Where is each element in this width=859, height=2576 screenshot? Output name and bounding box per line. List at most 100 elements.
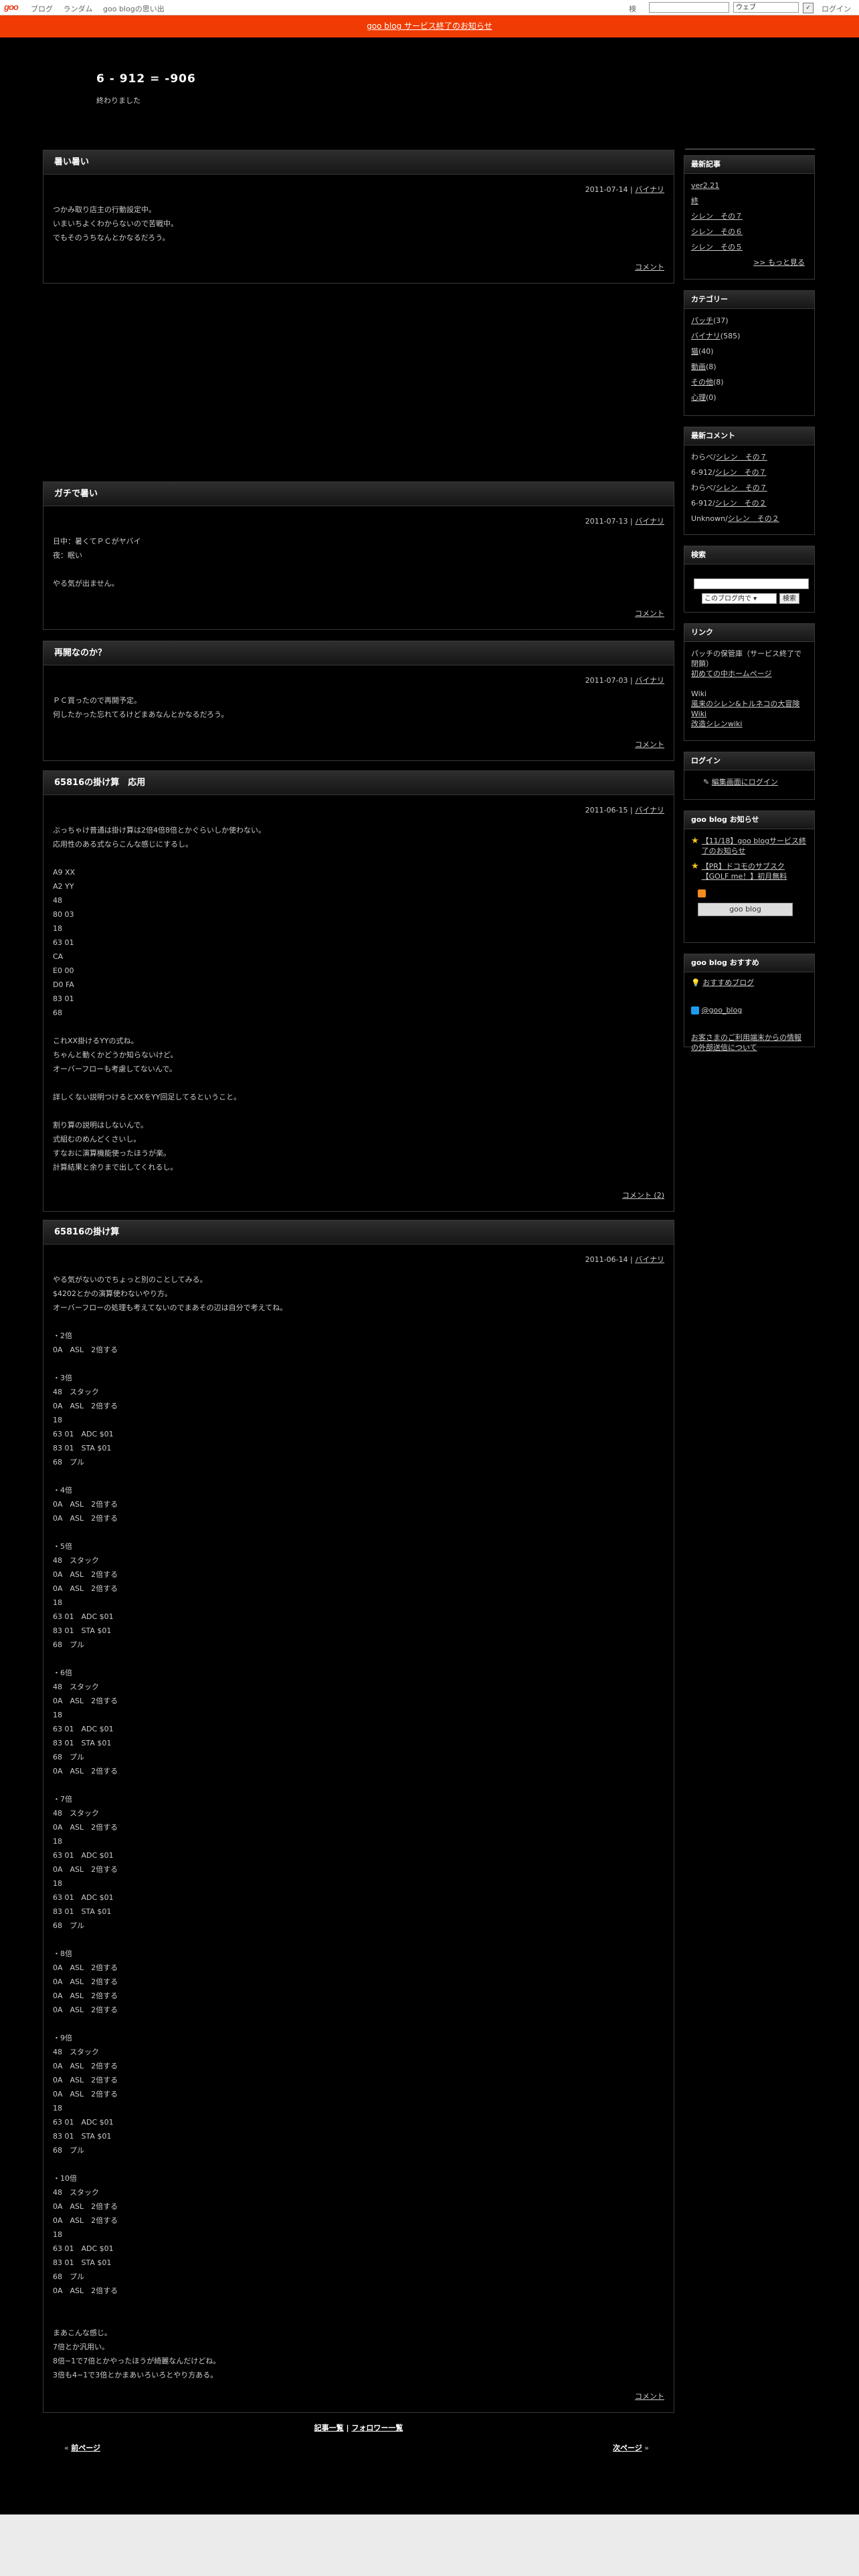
recent-item[interactable]: シレン その６	[691, 227, 743, 236]
blog-description: 終わりました	[96, 96, 140, 105]
rss-icon[interactable]	[698, 889, 706, 897]
entry-comment-link[interactable]: コメント	[635, 2391, 664, 2401]
entry-meta: 2011-06-15 | バイナリ	[585, 806, 664, 815]
article-list-link[interactable]: 記事一覧	[314, 2424, 344, 2432]
list-links: 記事一覧 | フォロワー一覧	[314, 2424, 403, 2432]
goo-blog-badge[interactable]: goo blog	[698, 903, 793, 916]
entry-body: 日中：暑くてＰＣがヤバイ 夜：眠い やる気が出ません。	[53, 537, 141, 588]
category-count: (0)	[706, 393, 717, 402]
news-heading: goo blog お知らせ	[684, 811, 814, 829]
blog-search-input[interactable]	[694, 578, 809, 589]
links: リンク パッチの保管庫（サービス終了で閉鎖） 初めての中ホームページ Wiki …	[684, 623, 815, 741]
nav-random[interactable]: ランダム	[64, 5, 93, 13]
edit-login-link[interactable]: 編集画面にログイン	[712, 778, 778, 786]
comment-link[interactable]: シレン その７	[716, 484, 767, 492]
comment-link[interactable]: シレン その２	[728, 514, 779, 523]
entry-category[interactable]: バイナリ	[635, 517, 664, 526]
link-item[interactable]: 風来のシレン&トルネコの大冒険 Wiki	[691, 700, 799, 718]
nav-memories[interactable]: goo blogの思い出	[103, 5, 165, 13]
category-item[interactable]: その他	[691, 378, 713, 387]
star-icon: ★	[691, 836, 699, 846]
comments-heading: 最新コメント	[684, 427, 814, 445]
blog-title[interactable]: 6 - 912 = -906	[96, 72, 196, 86]
entry-category[interactable]: バイナリ	[635, 1255, 664, 1264]
search-input[interactable]	[649, 2, 729, 13]
top-nav: ブログ ランダム goo blogの思い出	[31, 3, 173, 14]
comment-author: わらべ/	[691, 453, 716, 461]
links-heading: リンク	[684, 624, 814, 642]
recent-item[interactable]: シレン その７	[691, 212, 743, 221]
category-item[interactable]: 心理	[691, 393, 706, 402]
service-end-link[interactable]: goo blog サービス終了のお知らせ	[367, 21, 492, 31]
entry-category[interactable]: バイナリ	[635, 185, 664, 194]
comment-link[interactable]: シレン その７	[715, 468, 767, 477]
recommend-heading: goo blog おすすめ	[684, 954, 814, 972]
login-link[interactable]: ログイン	[822, 3, 851, 14]
entry: ガチで暑い 2011-07-13 | バイナリ 日中：暑くてＰＣがヤバイ 夜：眠…	[43, 481, 674, 630]
entry-category[interactable]: バイナリ	[635, 806, 664, 815]
next-page-link[interactable]: 次ページ	[613, 2444, 642, 2452]
category-heading: カテゴリー	[684, 291, 814, 309]
category-item[interactable]: 猫	[691, 347, 698, 356]
entry-date: 2011-07-14	[585, 185, 628, 194]
entry-category[interactable]: バイナリ	[635, 676, 664, 685]
category-count: (40)	[698, 347, 714, 356]
entry-title[interactable]: ガチで暑い	[43, 482, 674, 506]
entry-title[interactable]: 65816の掛け算	[43, 1220, 674, 1245]
entry-meta: 2011-06-14 | バイナリ	[585, 1255, 664, 1264]
next-page: 次ページ »	[613, 2444, 650, 2452]
search-heading: 検索	[684, 546, 814, 564]
search-scope-select[interactable]: ウェブ	[733, 2, 799, 13]
category-item[interactable]: バイナリ	[691, 332, 721, 340]
twitter-link[interactable]: @goo_blog	[702, 1006, 743, 1014]
entry-comment-link[interactable]: コメント	[635, 608, 664, 619]
blog-search-scope[interactable]: このブログ内で ▾	[702, 593, 777, 604]
goo-logo[interactable]: goo	[4, 2, 19, 12]
link-item[interactable]: 改造シレンwiki	[691, 720, 742, 728]
more-link[interactable]: >> もっと見る	[753, 258, 805, 267]
star-icon: ★	[691, 861, 699, 871]
recent-comments: 最新コメント わらべ/シレン その７ 6-912/シレン その７ わらべ/シレン…	[684, 427, 815, 535]
pencil-icon: ✎	[703, 778, 710, 786]
prev-page-link[interactable]: 前ページ	[71, 2444, 100, 2452]
entry-comment-link[interactable]: コメント	[635, 739, 664, 750]
nav-blog[interactable]: ブログ	[31, 5, 53, 13]
comment-link[interactable]: シレン その７	[716, 453, 767, 461]
entry-title[interactable]: 暑い暑い	[43, 150, 674, 175]
twitter-icon	[691, 1006, 699, 1014]
news-item[interactable]: 【PR】ドコモのサブスク【GOLF me！】初月無料	[702, 861, 807, 881]
bulb-icon: 💡	[691, 978, 700, 987]
link-note: パッチの保管庫（サービス終了で閉鎖）	[691, 649, 801, 668]
login-heading: ログイン	[684, 752, 814, 770]
search-submit-icon[interactable]: ✓	[803, 3, 814, 13]
follower-list-link[interactable]: フォロワー一覧	[351, 2424, 403, 2432]
entry-body: やる気がないのでちょっと別のことしてみる。 $4202とかの演算使わないやり方。…	[53, 1275, 288, 2379]
recent-articles: 最新記事 ver2.21 終 シレン その７ シレン その６ シレン その５ >…	[684, 155, 815, 280]
entry-comment-link[interactable]: コメント	[635, 261, 664, 272]
blog-search: 検索 このブログ内で ▾ 検索	[684, 546, 815, 613]
news-item[interactable]: 【11/18】goo blogサービス終了のお知らせ	[702, 836, 807, 856]
goo-recommend: goo blog おすすめ 💡 おすすめブログ @goo_blog お客さまのご…	[684, 954, 815, 1052]
category-item[interactable]: 動画	[691, 362, 706, 371]
comment-author: 6-912/	[691, 468, 715, 477]
comment-author: 6-912/	[691, 499, 715, 508]
entry: 再開なのか？ 2011-07-03 | バイナリ ＰＣ買ったので再開予定。 何し…	[43, 641, 674, 761]
entry-title[interactable]: 65816の掛け算 応用	[43, 771, 674, 795]
categories: カテゴリー パッチ(37) バイナリ(585) 猫(40) 動画(8) その他(…	[684, 290, 815, 416]
recommend-link[interactable]: おすすめブログ	[702, 978, 754, 987]
entry-body: つかみ取り店主の行動設定中。 いまいちよくわからないので苦戦中。 でもそのうちな…	[53, 205, 178, 242]
recent-item[interactable]: シレン その５	[691, 243, 743, 251]
entry-comment-link[interactable]: コメント (2)	[622, 1190, 664, 1200]
entry-body: ＰＣ買ったので再開予定。 何したかった忘れてるけどまあなんとかなるだろう。	[53, 696, 229, 719]
top-bar: goo ブログ ランダム goo blogの思い出 検索 ウェブ ✓ ログイン	[0, 0, 859, 24]
recent-item[interactable]: ver2.21	[691, 181, 719, 190]
recent-item[interactable]: 終	[691, 197, 698, 205]
external-info-link[interactable]: お客さまのご利用端末からの情報の外部送信について	[691, 1033, 801, 1052]
entry-date: 2011-06-15	[585, 806, 628, 815]
link-item[interactable]: 初めての中ホームページ	[691, 669, 771, 678]
entry-body: ぶっちゃけ普通は掛け算は2倍4倍8倍とかぐらいしか使わない。 応用性のある式なら…	[53, 826, 266, 1172]
blog-search-button[interactable]: 検索	[779, 593, 799, 604]
category-item[interactable]: パッチ	[691, 316, 713, 325]
entry-title[interactable]: 再開なのか？	[43, 641, 674, 665]
comment-link[interactable]: シレン その２	[715, 499, 767, 508]
